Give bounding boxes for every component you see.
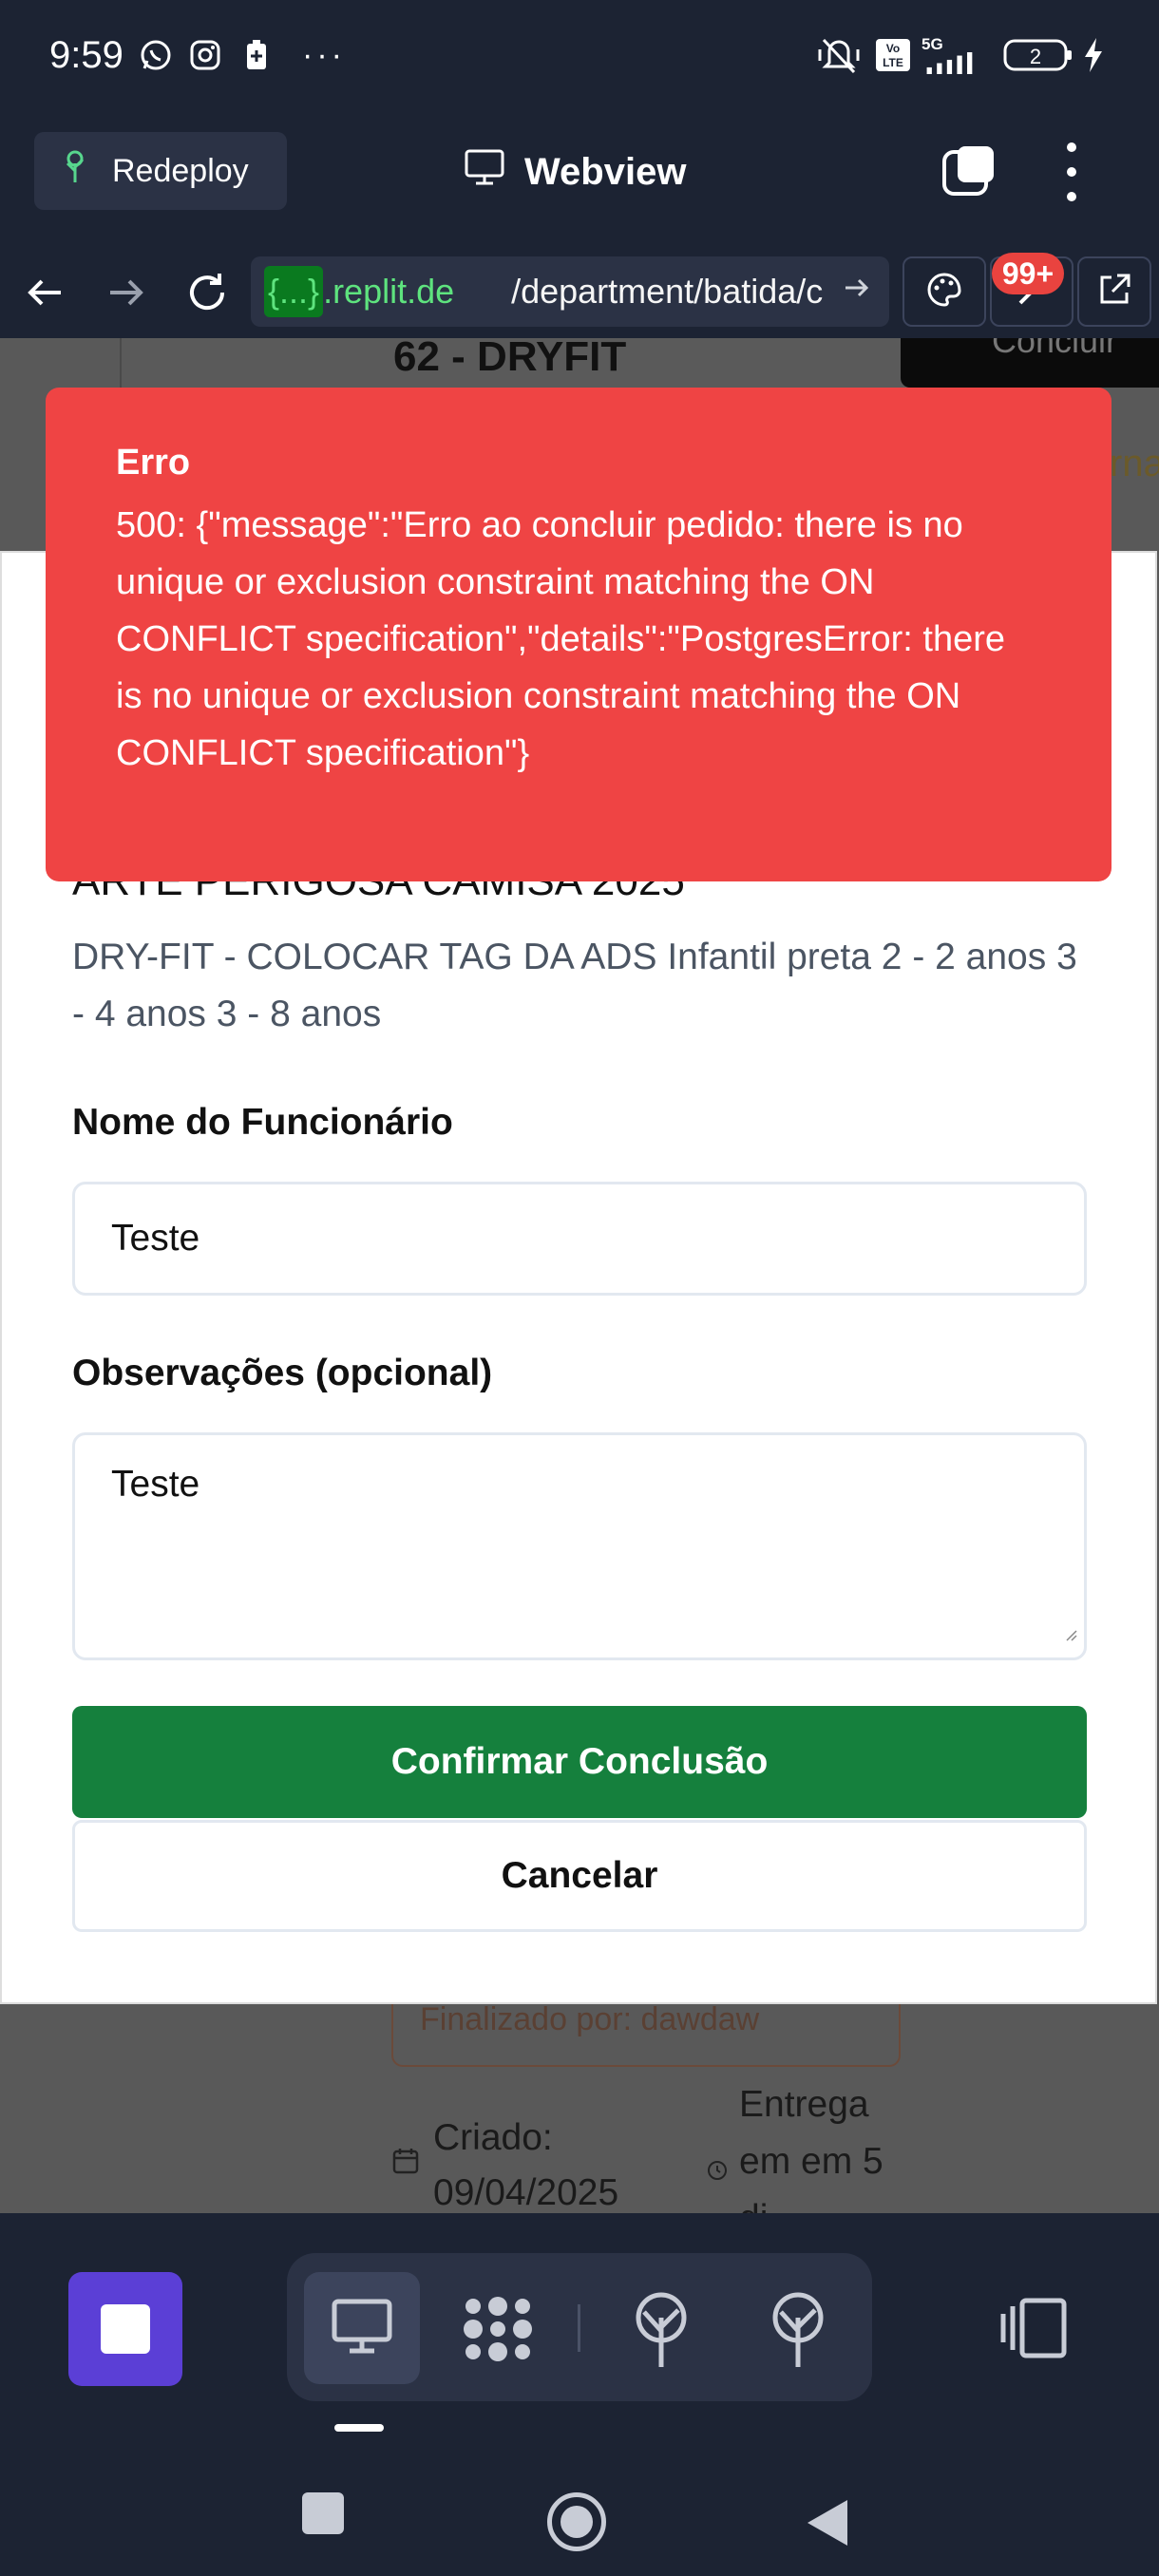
employee-name-value: Teste [111, 1218, 200, 1259]
clock-icon [707, 2160, 730, 2183]
created-label: Criado: [433, 2117, 553, 2158]
stop-button[interactable] [68, 2272, 182, 2386]
resize-handle-icon[interactable] [1065, 1610, 1078, 1652]
signal-5g-icon: 5G [922, 36, 988, 74]
notes-value: Teste [111, 1464, 200, 1505]
monitor-icon [464, 148, 505, 196]
svg-text:Vo: Vo [886, 42, 900, 55]
delivery-info: Entrega em em 5 di [739, 2076, 884, 2213]
toast-title: Erro [116, 443, 191, 483]
forward-arrow-icon[interactable] [99, 266, 152, 319]
calendar-icon [391, 2147, 422, 2179]
confirm-button[interactable]: Confirmar Conclusão [72, 1706, 1087, 1818]
back-nav-button[interactable] [806, 2498, 849, 2548]
conclude-button[interactable]: Concluir [901, 338, 1159, 388]
deployments-icon[interactable] [623, 2289, 699, 2369]
url-go-arrow-icon[interactable] [840, 272, 872, 313]
open-external-button[interactable] [1077, 256, 1151, 327]
delivery-line-2: em em 5 [739, 2141, 884, 2182]
delivery-line-1: Entrega [739, 2084, 869, 2125]
error-toast[interactable]: Erro 500: {"message":"Erro ao concluir p… [46, 388, 1112, 881]
toast-message: 500: {"message":"Erro ao concluir pedido… [116, 505, 1006, 773]
redeploy-button[interactable]: Redeploy [34, 132, 287, 210]
background-side-text: rna [1110, 443, 1159, 484]
cancel-button[interactable]: Cancelar [72, 1820, 1087, 1932]
divider [578, 2304, 580, 2352]
created-info: Criado: 09/04/2025 [433, 2111, 618, 2213]
recents-nav-button[interactable] [302, 2492, 344, 2534]
url-path: /department/batida/c [511, 272, 824, 311]
active-tab-indicator [334, 2424, 384, 2432]
home-dot-icon [560, 2506, 593, 2538]
back-arrow-icon[interactable] [19, 266, 72, 319]
notes-label: Observações (opcional) [72, 1353, 493, 1393]
mute-vibrate-icon [815, 36, 863, 74]
deploy-tree-icon [61, 150, 89, 193]
more-notifications-icon: ··· [302, 36, 346, 73]
volte-icon: Vo LTE [872, 36, 914, 74]
palette-icon [925, 271, 963, 313]
created-date: 09/04/2025 [433, 2172, 619, 2213]
url-input[interactable]: {...} .replit.de /department/batida/c [251, 256, 889, 327]
home-nav-button[interactable] [547, 2492, 606, 2551]
webview-title: Webview [464, 142, 686, 201]
clock: 9:59 [49, 34, 124, 76]
deployments-secondary-icon[interactable] [760, 2289, 836, 2369]
battery-icon: 2 [1003, 36, 1074, 74]
url-domain: .replit.de [323, 272, 455, 311]
charging-icon [1077, 36, 1110, 74]
bottom-navigation [0, 2213, 1159, 2576]
svg-text:LTE: LTE [883, 56, 903, 69]
stop-icon [101, 2304, 150, 2354]
url-badge: {...} [264, 266, 324, 317]
webview-title-text: Webview [524, 150, 687, 193]
employee-name-label: Nome do Funcionário [72, 1102, 453, 1143]
panels-toggle-icon[interactable] [998, 2295, 1070, 2361]
monitor-icon [331, 2298, 393, 2359]
notes-textarea[interactable]: Teste [72, 1432, 1087, 1660]
theme-palette-button[interactable] [902, 256, 986, 327]
redeploy-label: Redeploy [112, 152, 249, 189]
external-link-icon [1096, 272, 1132, 313]
battery-saver-icon [239, 36, 274, 74]
delivery-line-3: di [739, 2190, 884, 2213]
employee-name-input[interactable]: Teste [72, 1182, 1087, 1296]
svg-text:2: 2 [1030, 45, 1041, 68]
tabs-icon[interactable] [940, 142, 998, 199]
finished-by-box: Finalizado por: dawdaw [391, 1998, 901, 2067]
reload-icon[interactable] [180, 266, 234, 319]
webview-tool-button[interactable] [304, 2272, 420, 2384]
workflows-icon[interactable] [460, 2291, 536, 2367]
order-title: 62 - DRYFIT [393, 338, 627, 376]
kebab-menu-icon[interactable] [1053, 142, 1091, 201]
status-bar: 9:59 ··· Vo LTE 5G 2 [0, 0, 1159, 114]
whatsapp-icon [135, 36, 177, 74]
instagram-icon [186, 36, 224, 74]
product-description: DRY-FIT - COLOCAR TAG DA ADS Infantil pr… [72, 937, 1077, 1034]
notification-count-badge: 99+ [992, 253, 1064, 294]
